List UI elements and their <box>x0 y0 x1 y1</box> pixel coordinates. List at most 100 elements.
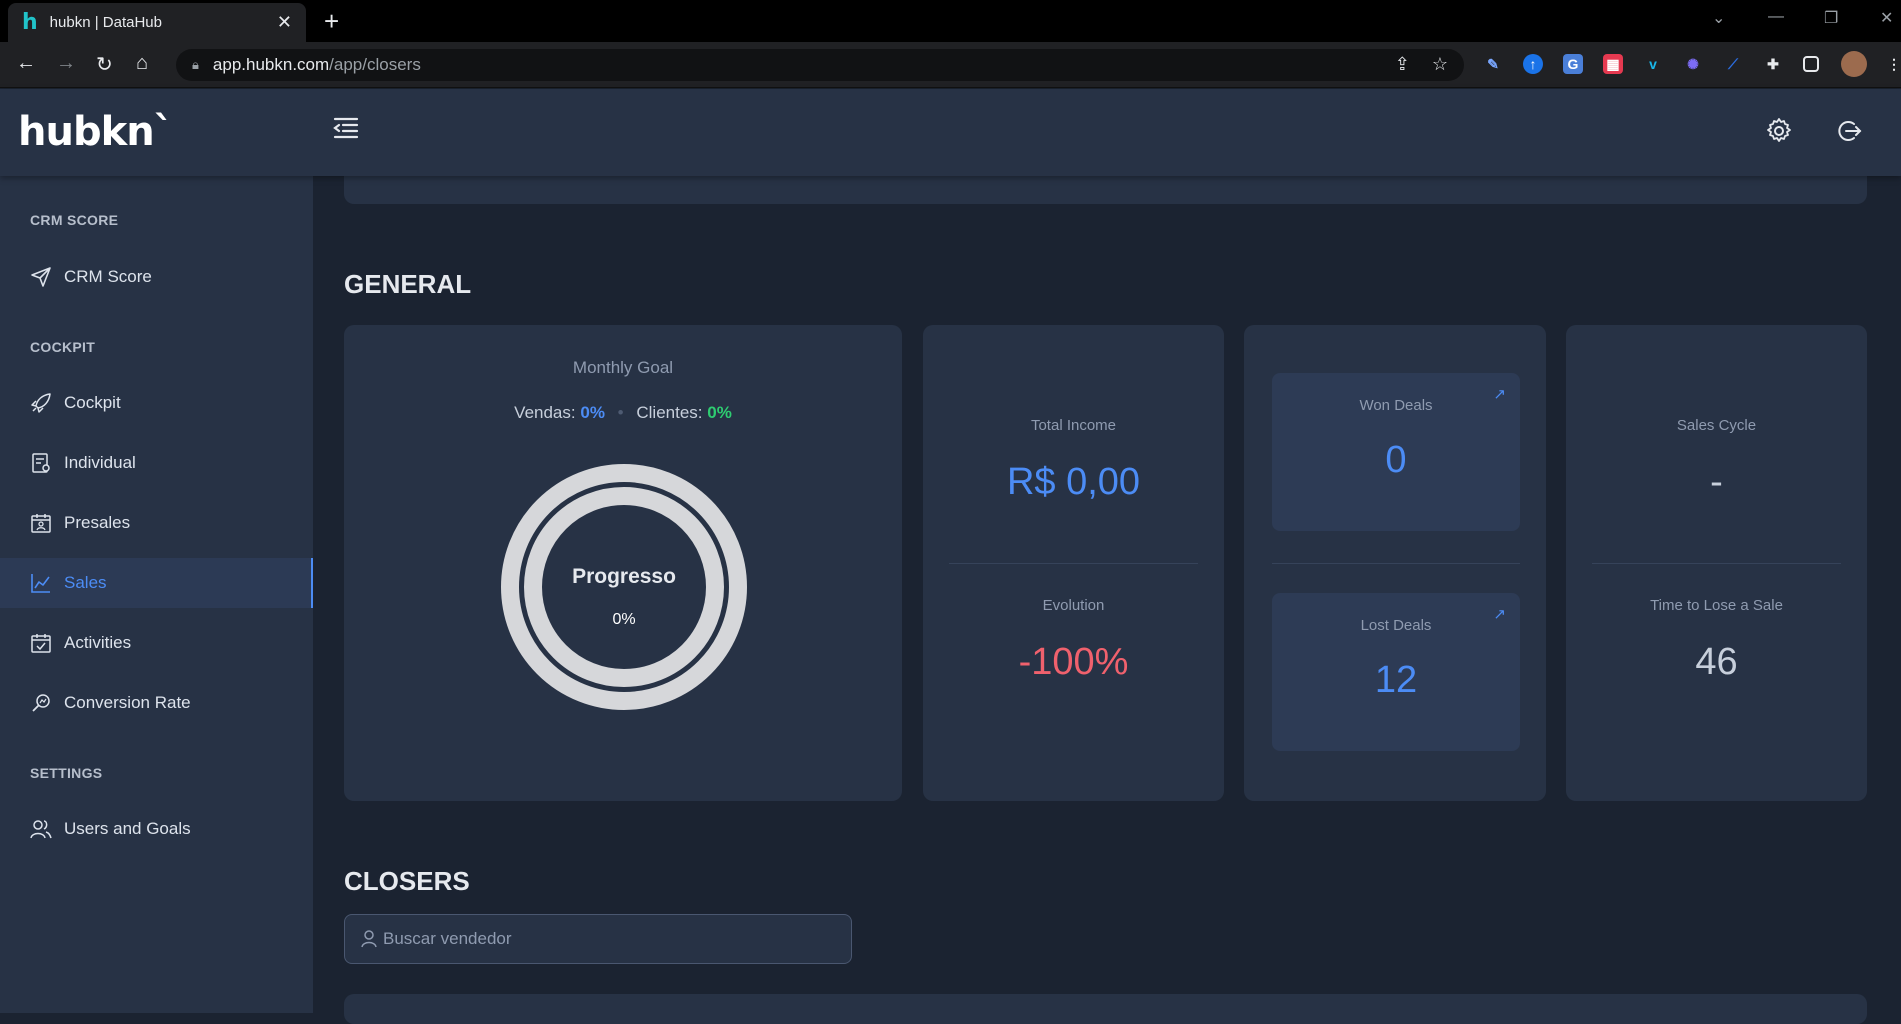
browser-tabbar: h hubkn | DataHub ✕ + ⌄ — ❐ ✕ <box>0 0 1901 42</box>
new-tab-icon[interactable]: + <box>324 6 339 37</box>
back-icon[interactable]: ← <box>16 52 36 75</box>
evolution-label: Evolution <box>1042 597 1105 614</box>
extension-feather-icon[interactable]: ⟋ <box>1723 54 1743 74</box>
sidebar-item-individual[interactable]: Individual <box>0 438 313 488</box>
closers-title: CLOSERS <box>344 866 470 896</box>
share-icon[interactable]: ⇪ <box>1395 54 1410 75</box>
extension-vimeo-icon[interactable]: v <box>1643 54 1663 74</box>
calendar-user-icon <box>31 514 51 533</box>
deals-card: Won Deals ↗ 0 Lost Deals ↗ 12 <box>1244 325 1546 801</box>
chart-line-icon <box>31 574 50 593</box>
sidebar-item-users-and-goals[interactable]: Users and Goals <box>0 804 313 854</box>
search-chart-icon <box>32 694 50 712</box>
divider <box>949 563 1198 564</box>
hubkn-logo[interactable]: hubkn` <box>18 109 174 155</box>
monthly-goal-card: Monthly Goal Vendas: 0% • Clientes: 0% P… <box>344 325 902 801</box>
logout-icon[interactable] <box>1835 117 1863 145</box>
sales-cycle-value: - <box>1710 461 1723 503</box>
extension-asterisk-icon[interactable]: ✺ <box>1683 54 1703 74</box>
sidebar-item-sales[interactable]: Sales <box>0 558 313 608</box>
tab-title: hubkn | DataHub <box>49 14 162 31</box>
clientes-value: 0% <box>707 403 732 422</box>
sidebar-item-label: Conversion Rate <box>64 693 191 712</box>
general-title: GENERAL <box>344 269 472 299</box>
extensions-puzzle-icon[interactable]: ✚ <box>1763 54 1783 74</box>
gauge-title: Progresso <box>572 565 676 588</box>
sidebar-item-label: Users and Goals <box>64 819 191 838</box>
address-bar[interactable]: 🔒︎ app.hubkn.com /app/closers ⇪ ☆ <box>176 49 1464 81</box>
sidebar-item-label: CRM Score <box>64 267 152 286</box>
lost-deals-box[interactable]: Lost Deals ↗ 12 <box>1272 593 1520 751</box>
lock-icon: 🔒︎ <box>192 57 199 72</box>
sidebar-item-activities[interactable]: Activities <box>0 618 313 668</box>
extension-upload-icon[interactable]: ↑ <box>1523 54 1543 74</box>
report-icon <box>32 453 50 473</box>
rocket-icon <box>31 393 51 413</box>
total-income-value: R$ 0,00 <box>1006 461 1141 503</box>
sales-cycle-card: Sales Cycle - Time to Lose a Sale 46 <box>1566 325 1867 801</box>
side-panel-icon[interactable] <box>1803 56 1819 72</box>
profile-avatar[interactable] <box>1841 51 1867 77</box>
home-icon[interactable]: ⌂ <box>136 52 148 75</box>
sidebar-item-presales[interactable]: Presales <box>0 498 313 548</box>
goal-summary: Vendas: 0% • Clientes: 0% <box>344 403 902 423</box>
won-deals-value: 0 <box>1385 439 1407 481</box>
separator-dot: • <box>617 403 624 422</box>
evolution-value: -100% <box>1018 641 1129 683</box>
sidebar-item-crm-score[interactable]: CRM Score <box>0 252 313 302</box>
closers-list-card <box>344 994 1867 1024</box>
divider <box>1272 563 1520 564</box>
arrow-up-right-icon[interactable]: ↗ <box>1493 605 1506 623</box>
income-card: Total Income R$ 0,00 Evolution -100% <box>923 325 1224 801</box>
bookmark-star-icon[interactable]: ☆ <box>1432 54 1448 75</box>
arrow-up-right-icon[interactable]: ↗ <box>1493 385 1506 403</box>
won-deals-box[interactable]: Won Deals ↗ 0 <box>1272 373 1520 531</box>
extension-translate-icon[interactable]: G <box>1563 54 1583 74</box>
reload-icon[interactable]: ↻ <box>96 52 113 77</box>
search-seller-input[interactable] <box>383 929 823 949</box>
search-seller-field[interactable] <box>344 914 852 964</box>
sidebar-item-label: Presales <box>64 513 131 532</box>
settings-gear-icon[interactable] <box>1765 117 1793 145</box>
sidebar-item-label: Sales <box>64 573 107 592</box>
time-to-lose-label: Time to Lose a Sale <box>1650 597 1783 614</box>
window-close-icon[interactable]: ✕ <box>1880 8 1893 28</box>
sales-cycle-label: Sales Cycle <box>1676 417 1757 434</box>
user-icon <box>361 930 377 948</box>
tab-search-icon[interactable]: ⌄ <box>1712 8 1725 28</box>
section-title-crm-score: CRM SCORE <box>30 212 119 228</box>
time-to-lose-value: 46 <box>1695 641 1738 683</box>
vendas-label: Vendas: <box>514 403 576 422</box>
restore-icon[interactable]: ❐ <box>1824 8 1838 28</box>
send-icon <box>31 267 51 287</box>
won-deals-label: Won Deals <box>1359 397 1433 414</box>
url-path: /app/closers <box>329 55 421 74</box>
lost-deals-label: Lost Deals <box>1360 617 1432 634</box>
forward-icon[interactable]: → <box>56 52 76 75</box>
sidebar-item-label: Cockpit <box>64 393 121 412</box>
sidebar-item-label: Individual <box>64 453 136 472</box>
section-title-settings: SETTINGS <box>30 765 103 781</box>
clientes-label: Clientes: <box>636 403 703 422</box>
sidebar-item-cockpit[interactable]: Cockpit <box>0 378 313 428</box>
browser-menu-icon[interactable]: ⋮ <box>1884 54 1901 74</box>
calendar-check-icon <box>31 634 51 653</box>
url-host: app.hubkn.com <box>212 55 330 74</box>
app-header: hubkn` <box>0 89 1901 176</box>
users-icon <box>30 820 52 839</box>
close-tab-icon[interactable]: ✕ <box>277 12 292 33</box>
minimize-icon[interactable]: — <box>1768 8 1784 26</box>
sidebar-item-conversion-rate[interactable]: Conversion Rate <box>0 678 313 728</box>
extension-calendar-icon[interactable]: ▦ <box>1603 54 1623 74</box>
lost-deals-value: 12 <box>1374 659 1418 701</box>
vendas-value: 0% <box>580 403 605 422</box>
sidebar: CRM SCORE CRM Score COCKPIT Cockpit Indi… <box>0 176 313 1013</box>
browser-tab[interactable]: h hubkn | DataHub ✕ <box>8 3 306 42</box>
menu-collapse-icon[interactable] <box>333 117 359 139</box>
hubkn-favicon-icon: h <box>22 10 38 35</box>
sidebar-item-label: Activities <box>64 633 132 652</box>
total-income-label: Total Income <box>1030 417 1117 434</box>
section-title-cockpit: COCKPIT <box>30 339 96 355</box>
extension-pen-icon[interactable]: ✎ <box>1483 54 1503 74</box>
gauge-value: 0% <box>612 611 636 628</box>
